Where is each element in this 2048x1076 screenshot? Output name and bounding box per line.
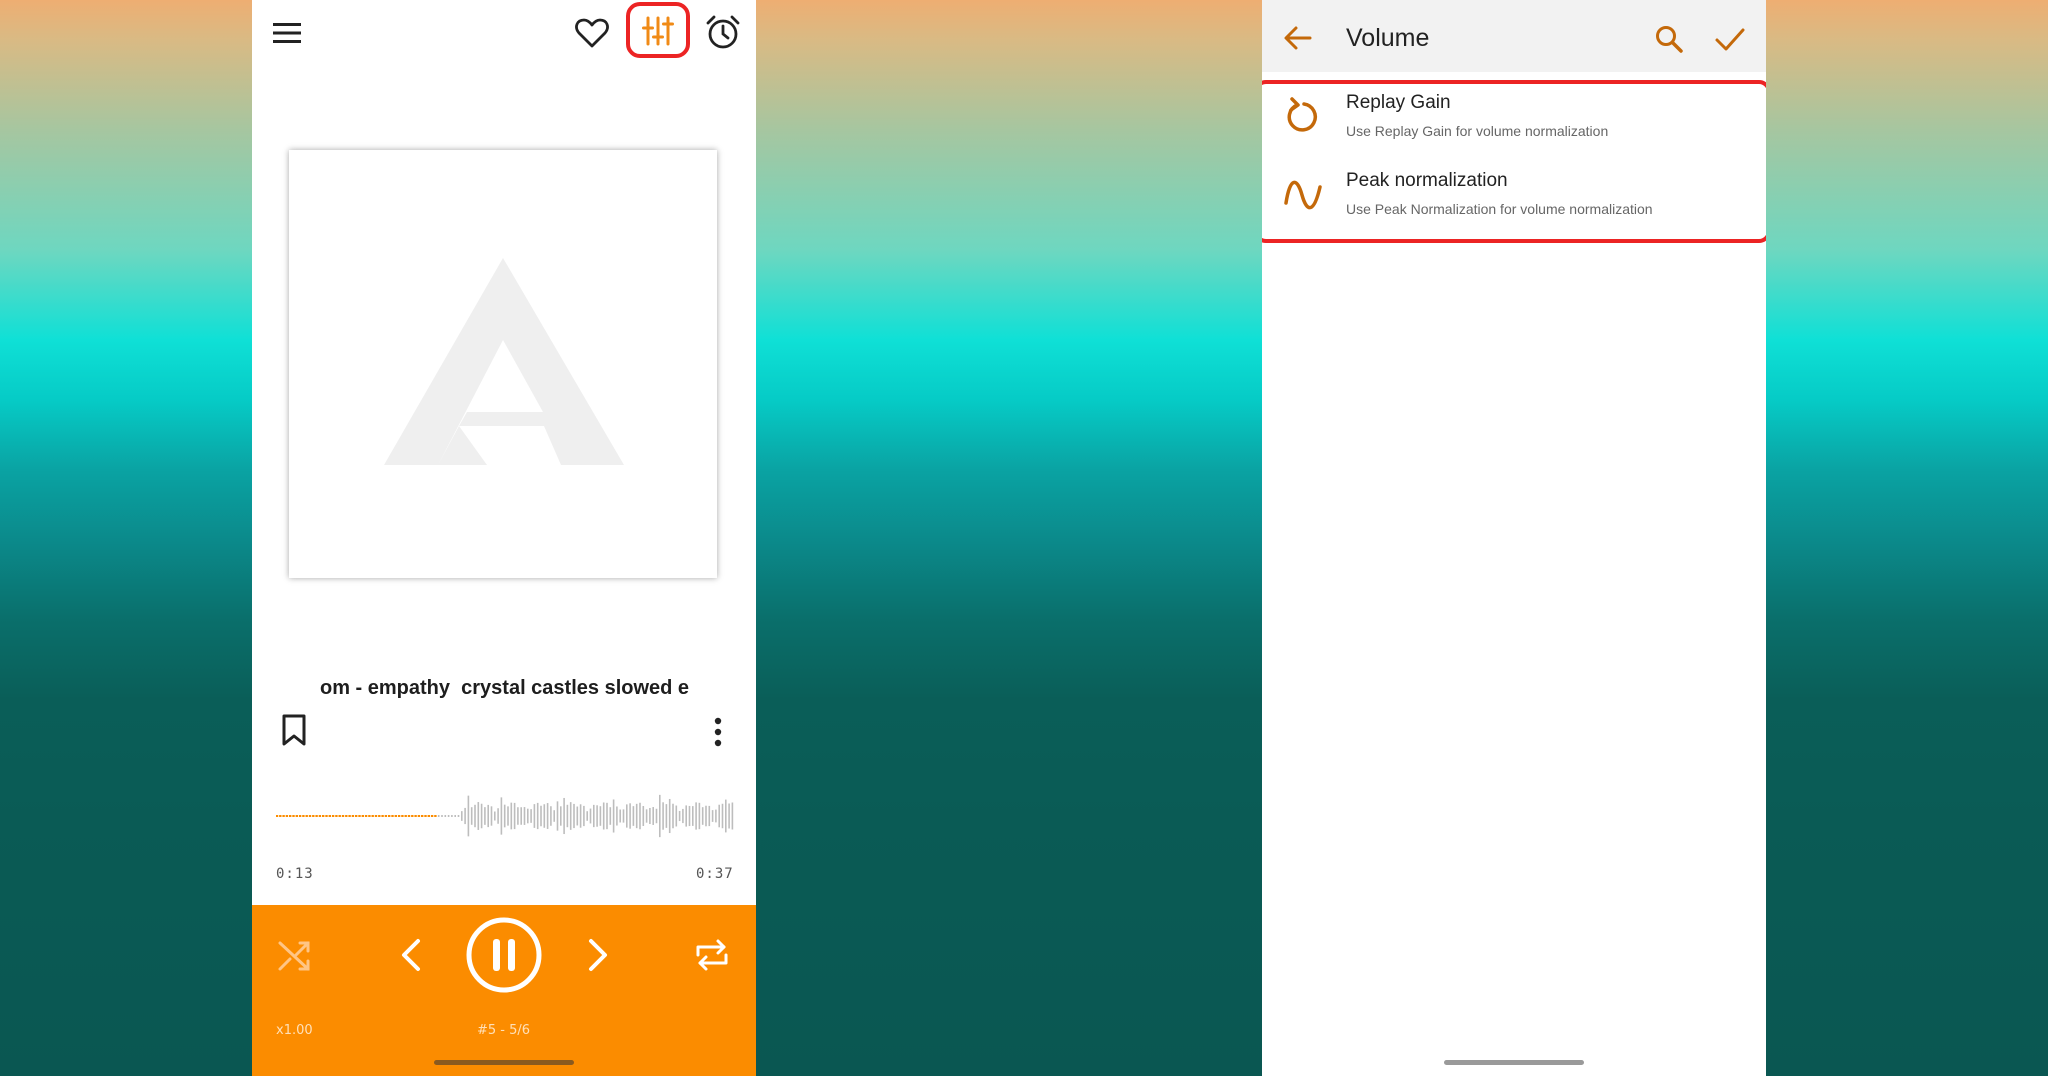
- shuffle-icon[interactable]: [274, 935, 314, 975]
- option-subtitle: Use Peak Normalization for volume normal…: [1346, 201, 1653, 217]
- arrow-left-icon[interactable]: [1282, 22, 1314, 54]
- home-indicator: [1444, 1060, 1584, 1065]
- player-screen: om - empathy crystal castles slowed e 0:…: [252, 0, 756, 1076]
- home-indicator: [434, 1060, 574, 1065]
- song-title: om - empathy crystal castles slowed e: [320, 677, 690, 699]
- option-peak-normalization[interactable]: Peak normalization Use Peak Normalizatio…: [1262, 168, 1766, 242]
- bookmark-icon[interactable]: [276, 712, 312, 748]
- app-logo-placeholder: [384, 258, 624, 465]
- option-title: Peak normalization: [1346, 170, 1508, 191]
- option-replay-gain[interactable]: Replay Gain Use Replay Gain for volume n…: [1262, 90, 1766, 164]
- sine-wave-icon: [1284, 180, 1322, 210]
- app-bar: Volume: [1262, 0, 1766, 72]
- check-icon[interactable]: [1714, 24, 1746, 54]
- track-position: #5 - 5/6: [477, 1023, 531, 1038]
- alarm-clock-icon[interactable]: [704, 13, 742, 51]
- playback-speed[interactable]: x1.00: [276, 1023, 313, 1038]
- menu-icon[interactable]: [271, 17, 303, 49]
- more-vert-icon[interactable]: [706, 714, 730, 750]
- current-time: 0:13: [276, 866, 314, 882]
- option-title: Replay Gain: [1346, 92, 1451, 113]
- replay-icon: [1287, 97, 1317, 132]
- chevron-left-icon[interactable]: [392, 935, 432, 975]
- total-time: 0:37: [696, 866, 734, 882]
- waveform-seekbar[interactable]: [276, 788, 736, 844]
- option-subtitle: Use Replay Gain for volume normalization: [1346, 123, 1609, 139]
- page-title: Volume: [1346, 24, 1430, 52]
- chevron-right-icon[interactable]: [577, 935, 617, 975]
- equalizer-icon: [642, 16, 674, 46]
- heart-icon[interactable]: [574, 15, 610, 51]
- search-icon[interactable]: [1654, 24, 1684, 54]
- pause-icon[interactable]: [464, 915, 544, 995]
- player-toolbar: [252, 0, 756, 70]
- playback-controls: x1.00 #5 - 5/6: [252, 905, 756, 1076]
- repeat-icon[interactable]: [692, 935, 732, 975]
- album-art: [289, 150, 717, 578]
- equalizer-button[interactable]: [626, 2, 690, 58]
- volume-settings-screen: Volume Replay Gain Use Replay Gain for v…: [1262, 0, 1766, 1076]
